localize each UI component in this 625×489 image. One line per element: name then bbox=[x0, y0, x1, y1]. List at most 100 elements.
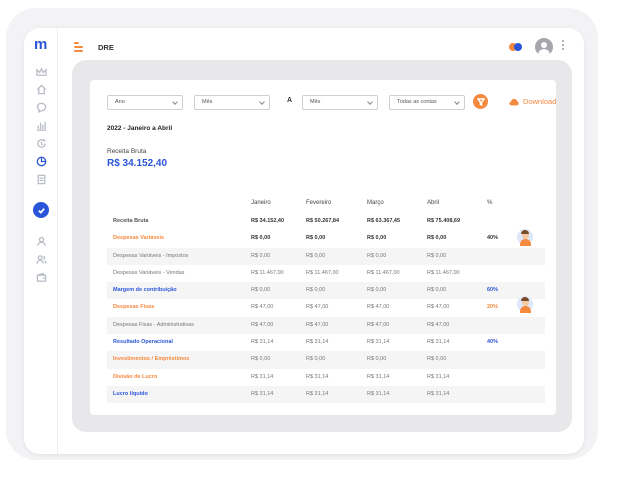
cell-abril: R$ 47,00 bbox=[427, 321, 450, 328]
cell-percent: 20% bbox=[487, 304, 499, 311]
row-label: Despesas Variáveis - Vendas bbox=[113, 269, 185, 276]
cell-marco: R$ 0,00 bbox=[367, 252, 387, 259]
cell-abril: R$ 0,00 bbox=[427, 287, 447, 294]
row-label: Divisão de Lucro bbox=[113, 373, 158, 380]
cell-abril: R$ 0,00 bbox=[427, 356, 447, 363]
refresh-icon[interactable] bbox=[35, 137, 47, 149]
device-frame: m DRE Ano Mês A Mês Todas as contas Down… bbox=[6, 8, 598, 460]
table-row[interactable]: Resultado Operacional R$ 31,14 R$ 31,14 … bbox=[107, 334, 545, 351]
year-select-value: Ano bbox=[115, 99, 125, 105]
summary-label: Receita Bruta bbox=[107, 148, 147, 155]
notification-icon[interactable] bbox=[509, 42, 523, 52]
cell-abril: R$ 11.467,00 bbox=[427, 269, 460, 276]
dre-report-card: Ano Mês A Mês Todas as contas Download 2… bbox=[90, 80, 556, 415]
month-from-value: Mês bbox=[202, 99, 213, 105]
cell-janeiro: R$ 47,00 bbox=[251, 321, 274, 328]
chat-icon[interactable] bbox=[35, 101, 47, 113]
cell-fevereiro: R$ 0,00 bbox=[306, 235, 326, 242]
col-header-fevereiro: Fevereiro bbox=[306, 200, 332, 206]
cell-abril: R$ 47,00 bbox=[427, 304, 450, 311]
cell-janeiro: R$ 0,00 bbox=[251, 252, 271, 259]
row-label: Despesas Variáveis bbox=[113, 235, 165, 242]
chevron-down-icon bbox=[259, 99, 265, 105]
more-options-icon[interactable] bbox=[562, 40, 565, 52]
download-button[interactable]: Download bbox=[509, 97, 556, 106]
filter-button[interactable] bbox=[473, 94, 488, 109]
cell-marco: R$ 31,14 bbox=[367, 390, 390, 397]
crown-icon[interactable] bbox=[35, 66, 47, 78]
cell-janeiro: R$ 0,00 bbox=[251, 235, 271, 242]
cell-janeiro: R$ 34.152,40 bbox=[251, 218, 285, 224]
cell-fevereiro: R$ 0,00 bbox=[306, 287, 326, 294]
col-header-abril: Abril bbox=[427, 200, 440, 206]
row-label: Investimentos / Empréstimos bbox=[113, 356, 190, 363]
summary-value: R$ 34.152,40 bbox=[107, 158, 168, 169]
cell-abril: R$ 31,14 bbox=[427, 390, 450, 397]
table-row[interactable]: Investimentos / Empréstimos R$ 0,00 R$ 0… bbox=[107, 351, 545, 369]
table-row[interactable]: Divisão de Lucro R$ 31,14 R$ 31,14 R$ 31… bbox=[107, 369, 545, 386]
chevron-down-icon bbox=[172, 99, 178, 105]
cell-janeiro: R$ 47,00 bbox=[251, 304, 274, 311]
cell-percent: 40% bbox=[487, 235, 499, 242]
table-row[interactable]: Despesas Variáveis R$ 0,00 R$ 0,00 R$ 0,… bbox=[107, 229, 545, 247]
row-label: Receita Bruta bbox=[113, 218, 149, 224]
table-row[interactable]: Despesas Fixas - Administrativas R$ 47,0… bbox=[107, 316, 545, 335]
cell-fevereiro: R$ 31,14 bbox=[306, 390, 329, 397]
cell-marco: R$ 31,14 bbox=[367, 339, 390, 346]
user-icon[interactable] bbox=[35, 235, 47, 247]
wallet-icon[interactable] bbox=[35, 271, 47, 283]
range-separator: A bbox=[287, 97, 293, 104]
table-header: Janeiro Fevereiro Março Abril % bbox=[107, 195, 545, 213]
cell-fevereiro: R$ 0,00 bbox=[306, 356, 326, 363]
cell-fevereiro: R$ 31,14 bbox=[306, 373, 329, 380]
month-from-select[interactable]: Mês bbox=[194, 95, 270, 110]
app-window: m DRE Ano Mês A Mês Todas as contas Down… bbox=[24, 28, 584, 454]
cell-marco: R$ 47,00 bbox=[367, 304, 390, 311]
row-label: Lucro líquido bbox=[113, 390, 148, 397]
cell-fevereiro: R$ 11.467,00 bbox=[306, 269, 339, 276]
cell-marco: R$ 31,14 bbox=[367, 373, 390, 380]
cell-abril: R$ 31,14 bbox=[427, 373, 450, 380]
cell-fevereiro: R$ 47,00 bbox=[306, 321, 329, 328]
cell-marco: R$ 0,00 bbox=[367, 235, 387, 242]
cell-janeiro: R$ 31,14 bbox=[251, 390, 274, 397]
row-label: Despesas Fixas - Administrativas bbox=[113, 321, 194, 328]
cell-marco: R$ 11.467,00 bbox=[367, 269, 400, 276]
col-header-janeiro: Janeiro bbox=[251, 200, 271, 206]
table-row[interactable]: Lucro líquido R$ 31,14 R$ 31,14 R$ 31,14… bbox=[107, 385, 545, 404]
app-logo[interactable]: m bbox=[34, 37, 47, 52]
person-avatar-icon bbox=[517, 295, 533, 314]
table-row[interactable]: Despesas Variáveis - Vendas R$ 11.467,00… bbox=[107, 265, 545, 282]
cell-janeiro: R$ 11.467,00 bbox=[251, 269, 284, 276]
cell-abril: R$ 75.408,69 bbox=[427, 218, 461, 224]
cell-fevereiro: R$ 47,00 bbox=[306, 304, 329, 311]
dre-table: Janeiro Fevereiro Março Abril % Receita … bbox=[107, 195, 545, 404]
cell-marco: R$ 0,00 bbox=[367, 356, 387, 363]
cell-abril: R$ 0,00 bbox=[427, 252, 447, 259]
cloud-download-icon bbox=[509, 98, 519, 105]
download-label: Download bbox=[523, 97, 557, 106]
page-title: DRE bbox=[98, 43, 114, 52]
row-label: Margem de contribuição bbox=[113, 287, 177, 294]
table-row[interactable]: Receita Bruta R$ 34.152,40 R$ 50.267,84 … bbox=[107, 213, 545, 230]
check-circle-icon[interactable] bbox=[33, 202, 49, 218]
year-select[interactable]: Ano bbox=[107, 95, 183, 110]
pie-chart-icon[interactable] bbox=[35, 155, 47, 167]
month-to-select[interactable]: Mês bbox=[302, 95, 378, 110]
chevron-down-icon bbox=[367, 99, 373, 105]
bar-chart-icon[interactable] bbox=[35, 119, 47, 131]
menu-icon[interactable] bbox=[74, 42, 83, 52]
cell-fevereiro: R$ 0,00 bbox=[306, 252, 326, 259]
table-row[interactable]: Despesas Fixas R$ 47,00 R$ 47,00 R$ 47,0… bbox=[107, 296, 545, 316]
users-icon[interactable] bbox=[35, 253, 47, 265]
user-avatar[interactable] bbox=[535, 38, 553, 56]
home-icon[interactable] bbox=[35, 83, 47, 95]
row-label: Despesas Fixas bbox=[113, 304, 155, 311]
table-row[interactable]: Margem de contribuição R$ 0,00 R$ 0,00 R… bbox=[107, 282, 545, 300]
document-icon[interactable] bbox=[35, 173, 47, 185]
cell-janeiro: R$ 31,14 bbox=[251, 339, 274, 346]
accounts-select[interactable]: Todas as contas bbox=[389, 95, 465, 110]
cell-fevereiro: R$ 31,14 bbox=[306, 339, 329, 346]
table-row[interactable]: Despesas Variáveis - Impostos R$ 0,00 R$… bbox=[107, 247, 545, 265]
cell-fevereiro: R$ 50.267,84 bbox=[306, 218, 340, 224]
